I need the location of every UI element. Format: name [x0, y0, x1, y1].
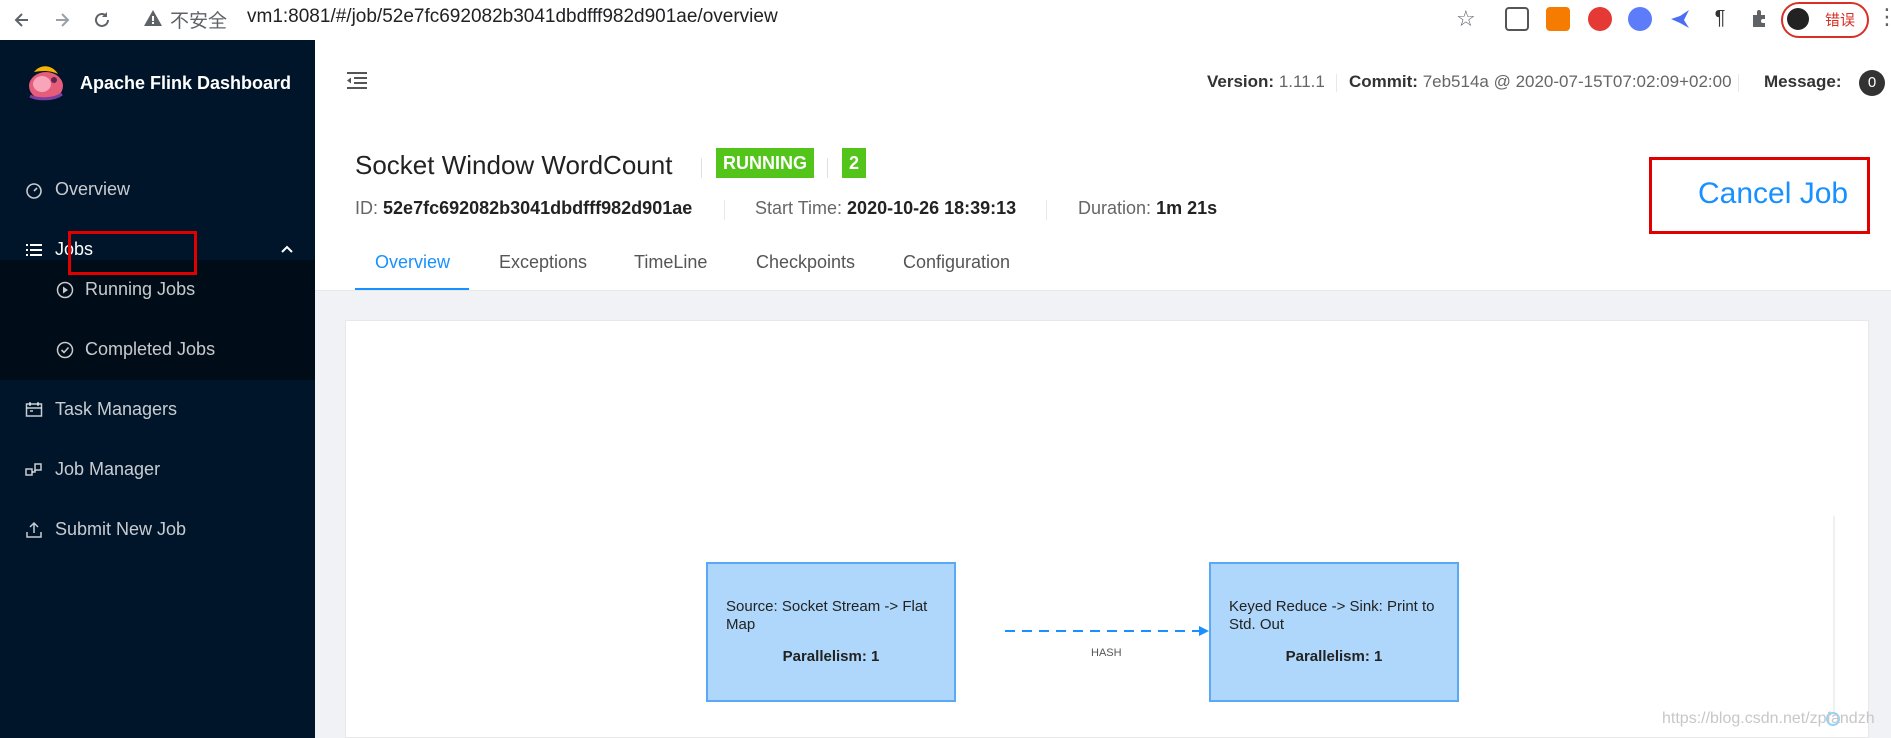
bird-extension-icon[interactable]: [1668, 7, 1692, 31]
duration-value: 1m 21s: [1156, 198, 1218, 218]
job-name: Socket Window WordCount: [355, 150, 673, 180]
vpn-extension-icon[interactable]: [1628, 7, 1652, 31]
highlight-box-running-jobs: [68, 231, 197, 275]
list-icon: [24, 240, 44, 260]
jobs-submenu: Running Jobs Completed Jobs: [0, 260, 315, 380]
meta-divider: [724, 200, 725, 220]
puzzle-extensions-icon[interactable]: [1748, 7, 1772, 31]
tab-overview[interactable]: Overview: [375, 252, 450, 273]
job-duration: Duration: 1m 21s: [1078, 198, 1217, 219]
sidebar-item-label: Task Managers: [55, 399, 178, 419]
commit-label: Commit:: [1349, 72, 1418, 91]
shield-extension-icon[interactable]: [1505, 7, 1529, 31]
dashboard-icon: [24, 180, 44, 200]
browser-menu-icon[interactable]: ⋮: [1876, 4, 1891, 30]
sidebar-item-task-managers[interactable]: Task Managers: [0, 380, 315, 440]
flink-logo-icon: [24, 58, 68, 106]
address-bar[interactable]: vm1:8081/#/job/52e7fc692082b3041dbdfff98…: [247, 6, 778, 28]
sidebar-item-label: Completed Jobs: [85, 339, 216, 359]
adblock-extension-icon[interactable]: [1588, 7, 1612, 31]
version-label: Version:: [1207, 72, 1275, 91]
graph-node-source[interactable]: Source: Socket Stream -> Flat Map Parall…: [706, 562, 956, 702]
watermark: https://blog.csdn.net/zpfandzh: [1662, 710, 1875, 727]
sidebar-item-overview[interactable]: Overview: [0, 160, 315, 220]
upload-icon: [24, 520, 44, 540]
check-circle-icon: [55, 340, 75, 360]
back-icon[interactable]: [8, 6, 36, 34]
tab-configuration[interactable]: Configuration: [903, 252, 1010, 273]
cluster-icon: [24, 460, 44, 480]
duration-label: Duration:: [1078, 198, 1152, 218]
graph-edge-arrow: [1005, 626, 1209, 636]
top-header: Version: 1.11.1 Commit: 7eb514a @ 2020-0…: [315, 40, 1891, 121]
insecure-label: 不安全: [170, 11, 228, 32]
active-tab-indicator: [355, 288, 469, 290]
commit-info: Commit: 7eb514a @ 2020-07-15T07:02:09+02…: [1349, 72, 1732, 92]
zoom-slider-track[interactable]: [1833, 516, 1835, 716]
warning-icon[interactable]: [143, 8, 163, 28]
meta-divider: [1046, 200, 1047, 220]
title-divider: [827, 158, 828, 178]
tab-exceptions[interactable]: Exceptions: [499, 252, 587, 273]
node-parallelism: Parallelism: 1: [782, 648, 880, 665]
sidebar-item-label: Running Jobs: [85, 279, 196, 299]
browser-toolbar: 不安全 vm1:8081/#/job/52e7fc692082b3041dbdf…: [0, 0, 1891, 41]
commit-value: 7eb514a @ 2020-07-15T07:02:09+02:00: [1422, 72, 1732, 91]
chevron-up-icon: [280, 240, 294, 254]
node-name: Source: Socket Stream -> Flat Map: [726, 598, 928, 633]
title-divider: [701, 158, 702, 178]
job-graph-canvas[interactable]: [345, 320, 1869, 738]
message-count-badge[interactable]: 0: [1859, 70, 1885, 96]
forward-icon[interactable]: [48, 6, 76, 34]
start-time-label: Start Time:: [755, 198, 843, 218]
menu-fold-icon[interactable]: [345, 68, 369, 92]
app-title: Apache Flink Dashboard: [80, 73, 292, 93]
sidebar-item-job-manager[interactable]: Job Manager: [0, 440, 315, 500]
profile-status-label: 错误: [1825, 12, 1856, 29]
sidebar-item-completed-jobs[interactable]: Completed Jobs: [0, 320, 315, 380]
avatar: [1787, 8, 1809, 30]
job-id-value: 52e7fc692082b3041dbdfff982d901ae: [383, 198, 693, 218]
message-info[interactable]: Message:: [1764, 72, 1841, 92]
task-count-badge: 2: [842, 148, 866, 178]
sidebar-item-label: Overview: [55, 179, 131, 199]
play-circle-icon: [55, 280, 75, 300]
cancel-job-button[interactable]: Cancel Job: [1698, 177, 1848, 211]
sidebar-item-label: Submit New Job: [55, 519, 187, 539]
header-divider: [1738, 74, 1739, 92]
start-time-value: 2020-10-26 18:39:13: [847, 198, 1017, 218]
status-badge: RUNNING: [716, 148, 814, 178]
translate-extension-icon[interactable]: [1546, 7, 1570, 31]
node-parallelism: Parallelism: 1: [1285, 648, 1383, 665]
profile-button[interactable]: 错误: [1781, 2, 1869, 38]
edge-label: HASH: [1091, 647, 1122, 659]
node-name: Keyed Reduce -> Sink: Print to Std. Out: [1229, 598, 1435, 633]
graph-node-sink[interactable]: Keyed Reduce -> Sink: Print to Std. Out …: [1209, 562, 1459, 702]
job-id-label: ID:: [355, 198, 379, 218]
job-id: ID: 52e7fc692082b3041dbdfff982d901ae: [355, 198, 692, 219]
sidebar-item-label: Job Manager: [55, 459, 161, 479]
pilcrow-extension-icon[interactable]: ¶: [1708, 7, 1732, 31]
version-value: 1.11.1: [1278, 72, 1325, 91]
tab-timeline[interactable]: TimeLine: [634, 252, 707, 273]
schedule-icon: [24, 400, 44, 420]
job-start-time: Start Time: 2020-10-26 18:39:13: [755, 198, 1016, 219]
header-divider: [1336, 74, 1337, 92]
sidebar: Apache Flink Dashboard Overview Jobs Run…: [0, 40, 315, 738]
message-label: Message:: [1764, 72, 1842, 91]
tab-checkpoints[interactable]: Checkpoints: [756, 252, 855, 273]
bookmark-star-icon[interactable]: ☆: [1456, 6, 1476, 32]
sidebar-item-submit-new-job[interactable]: Submit New Job: [0, 500, 315, 560]
reload-icon[interactable]: [88, 6, 116, 34]
version-info: Version: 1.11.1: [1207, 72, 1325, 92]
